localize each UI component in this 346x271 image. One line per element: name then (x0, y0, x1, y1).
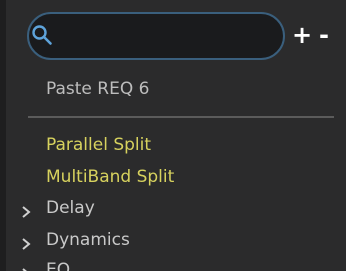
panel-left-edge (0, 0, 6, 271)
search-icon (31, 24, 53, 46)
menu-item-eq[interactable]: EQ (46, 260, 70, 271)
menu-divider (28, 116, 334, 118)
search-input[interactable] (53, 14, 273, 58)
search-field[interactable] (27, 12, 285, 60)
menu-item-multiband-split[interactable]: MultiBand Split (46, 167, 174, 187)
chevron-right-icon (21, 266, 33, 271)
add-button[interactable]: + (292, 20, 312, 50)
menu-item-dynamics[interactable]: Dynamics (46, 230, 130, 250)
paste-item[interactable]: Paste REQ 6 (46, 79, 149, 99)
menu-item-parallel-split[interactable]: Parallel Split (46, 135, 151, 155)
plugin-browser-panel: + - Paste REQ 6 Parallel Split MultiBand… (0, 0, 346, 271)
remove-button[interactable]: - (319, 20, 329, 50)
chevron-right-icon (21, 204, 33, 218)
chevron-right-icon (21, 236, 33, 250)
menu-item-delay[interactable]: Delay (46, 198, 95, 218)
